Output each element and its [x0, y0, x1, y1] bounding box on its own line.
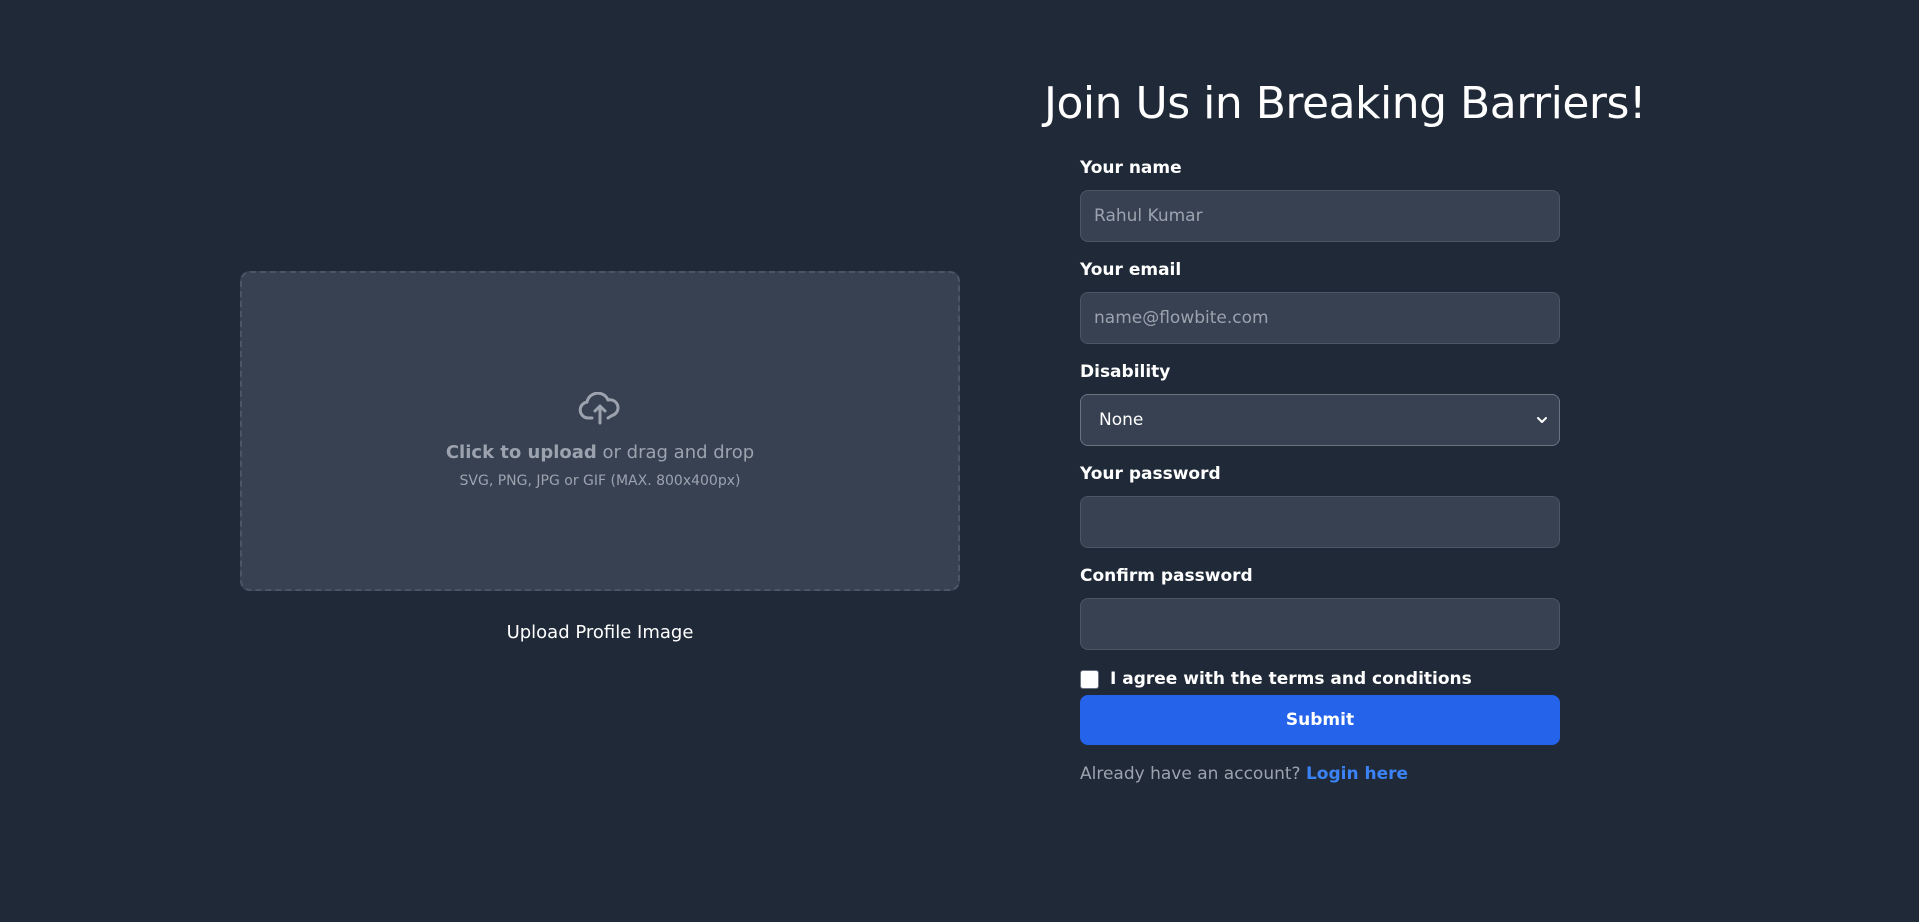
disability-selected-value: None	[1099, 410, 1144, 430]
login-link[interactable]: Login here	[1306, 764, 1408, 784]
confirm-password-field-group: Confirm password	[1080, 566, 1560, 650]
drag-drop-text: or drag and drop	[596, 441, 755, 463]
terms-checkbox[interactable]	[1080, 669, 1099, 689]
disability-select[interactable]: None	[1080, 394, 1560, 446]
upload-caption: Upload Profile Image	[506, 622, 694, 643]
terms-row: I agree with the terms and conditions	[1080, 668, 1560, 690]
login-prompt-text: Already have an account?	[1080, 764, 1306, 784]
login-prompt: Already have an account? Login here	[1080, 764, 1560, 784]
upload-instructions: Click to upload or drag and drop	[446, 442, 754, 463]
confirm-password-input[interactable]	[1080, 598, 1560, 650]
chevron-down-icon	[1537, 417, 1547, 423]
email-field-group: Your email	[1080, 260, 1560, 344]
cloud-upload-icon	[578, 391, 620, 424]
name-label: Your name	[1080, 158, 1182, 178]
email-label: Your email	[1080, 260, 1182, 280]
email-input[interactable]	[1080, 292, 1560, 344]
signup-form: Your name Your email Disability None You…	[1080, 158, 1560, 784]
signup-page: Click to upload or drag and drop SVG, PN…	[0, 0, 1919, 922]
disability-field-group: Disability None	[1080, 362, 1560, 446]
name-field-group: Your name	[1080, 158, 1560, 242]
password-label: Your password	[1080, 464, 1221, 484]
confirm-password-label: Confirm password	[1080, 566, 1253, 586]
upload-format-hint: SVG, PNG, JPG or GIF (MAX. 800x400px)	[459, 472, 741, 489]
disability-label: Disability	[1080, 362, 1171, 382]
name-input[interactable]	[1080, 190, 1560, 242]
password-field-group: Your password	[1080, 464, 1560, 548]
page-title: Join Us in Breaking Barriers!	[1044, 78, 1647, 129]
password-input[interactable]	[1080, 496, 1560, 548]
profile-image-dropzone[interactable]: Click to upload or drag and drop SVG, PN…	[240, 271, 960, 591]
click-to-upload-text: Click to upload	[445, 441, 597, 463]
terms-label: I agree with the terms and conditions	[1110, 669, 1472, 689]
submit-button[interactable]: Submit	[1080, 695, 1560, 745]
